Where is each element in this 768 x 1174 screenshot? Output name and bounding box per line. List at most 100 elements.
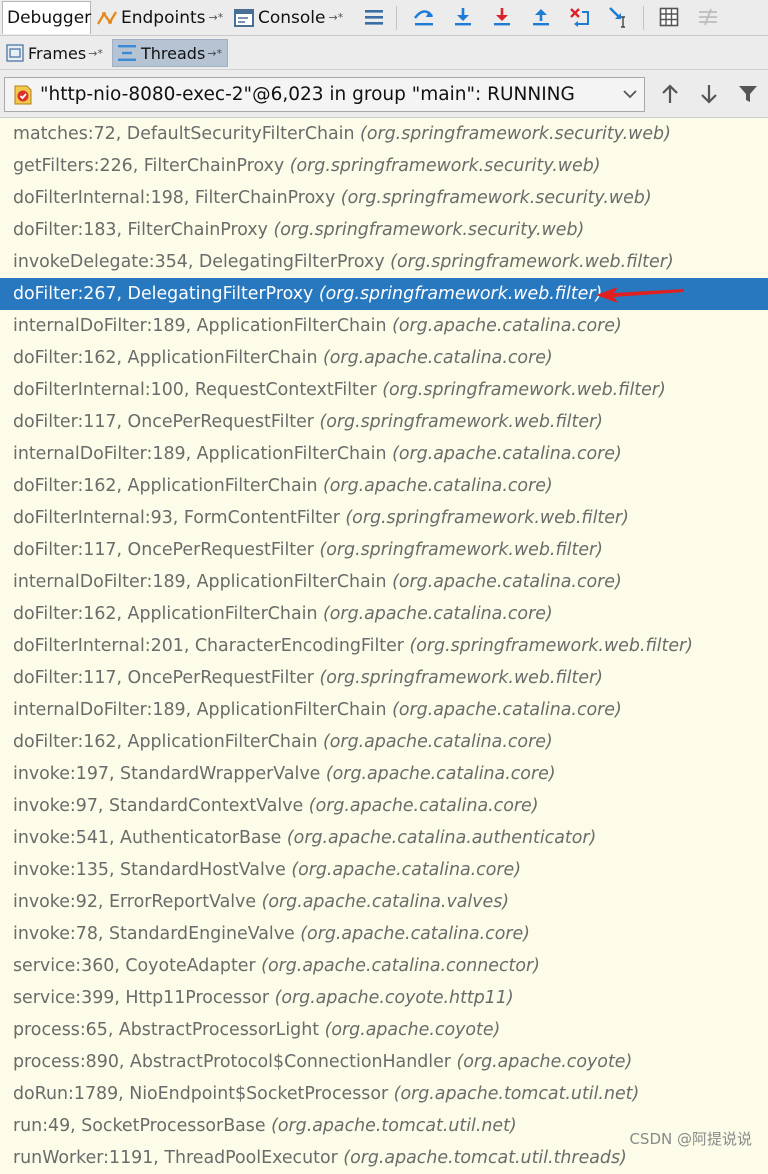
frame-row[interactable]: getFilters:226, FilterChainProxy (org.sp… [0,150,768,182]
thread-selector[interactable]: "http-nio-8080-exec-2"@6,023 in group "m… [4,77,645,112]
frame-method: service:360, CoyoteAdapter [13,956,256,976]
frame-package: (org.apache.catalina.core) [323,348,553,368]
frame-method: doFilter:162, ApplicationFilterChain [13,604,318,624]
frame-row[interactable]: doFilterInternal:93, FormContentFilter (… [0,502,768,534]
frame-row[interactable]: doFilter:117, OncePerRequestFilter (org.… [0,534,768,566]
frame-row[interactable]: invokeDelegate:354, DelegatingFilterProx… [0,246,768,278]
arrow-down-icon[interactable] [695,80,723,108]
frame-package: (org.springframework.web.filter) [409,636,693,656]
frame-method: invokeDelegate:354, DelegatingFilterProx… [13,252,385,272]
frame-row[interactable]: matches:72, DefaultSecurityFilterChain (… [0,118,768,150]
tab-frames[interactable]: Frames →* [2,39,110,67]
tab-debugger[interactable]: Debugger [2,1,91,34]
frame-row[interactable]: doFilter:162, ApplicationFilterChain (or… [0,470,768,502]
frame-package: (org.apache.catalina.core) [308,796,539,816]
frame-row[interactable]: doFilterInternal:201, CharacterEncodingF… [0,630,768,662]
frame-package: (org.apache.tomcat.util.net) [393,1084,640,1104]
frame-method: internalDoFilter:189, ApplicationFilterC… [13,444,387,464]
frame-package: (org.springframework.web.filter) [382,380,666,400]
frame-row[interactable]: service:399, Http11Processor (org.apache… [0,982,768,1014]
filter-icon[interactable] [734,80,762,108]
frame-row[interactable]: doRun:1789, NioEndpoint$SocketProcessor … [0,1078,768,1110]
debugger-toolbar: Debugger Endpoints →* Console →* [0,0,768,36]
pin-icon[interactable]: →* [329,11,344,24]
frame-method: doFilter:162, ApplicationFilterChain [13,732,318,752]
frame-package: (org.apache.coyote) [456,1052,633,1072]
frame-method: doFilter:162, ApplicationFilterChain [13,476,318,496]
frame-row[interactable]: invoke:197, StandardWrapperValve (org.ap… [0,758,768,790]
frame-row[interactable]: internalDoFilter:189, ApplicationFilterC… [0,694,768,726]
frame-row[interactable]: service:360, CoyoteAdapter (org.apache.c… [0,950,768,982]
frame-package: (org.apache.tomcat.util.net) [271,1116,517,1136]
frame-method: doFilterInternal:100, RequestContextFilt… [13,380,377,400]
toolbar-divider [643,6,644,30]
thread-running-icon [12,84,34,106]
tab-threads-label: Threads [141,43,206,63]
tab-threads[interactable]: Threads →* [112,39,228,67]
frame-method: doRun:1789, NioEndpoint$SocketProcessor [13,1084,389,1104]
frame-method: invoke:197, StandardWrapperValve [13,764,321,784]
frame-package: (org.apache.catalina.core) [392,700,622,720]
chevron-down-icon[interactable] [622,87,638,101]
frame-row[interactable]: invoke:92, ErrorReportValve (org.apache.… [0,886,768,918]
frame-method: run:49, SocketProcessorBase [13,1116,266,1136]
frame-row[interactable]: internalDoFilter:189, ApplicationFilterC… [0,438,768,470]
frame-row[interactable]: doFilter:117, OncePerRequestFilter (org.… [0,406,768,438]
frame-method: doFilter:162, ApplicationFilterChain [13,348,318,368]
toolbar-divider [396,6,397,30]
frame-method: doFilter:117, OncePerRequestFilter [13,412,314,432]
frame-package: (org.apache.catalina.connector) [261,956,540,976]
frame-row[interactable]: doFilter:162, ApplicationFilterChain (or… [0,342,768,374]
frame-row[interactable]: doFilterInternal:198, FilterChainProxy (… [0,182,768,214]
frame-method: invoke:92, ErrorReportValve [13,892,257,912]
frame-method: invoke:97, StandardContextValve [13,796,304,816]
frame-package: (org.springframework.security.web) [273,220,585,240]
frame-package: (org.springframework.web.filter) [319,540,603,560]
frame-row[interactable]: internalDoFilter:189, ApplicationFilterC… [0,566,768,598]
frame-row[interactable]: internalDoFilter:189, ApplicationFilterC… [0,310,768,342]
frame-row[interactable]: doFilterInternal:100, RequestContextFilt… [0,374,768,406]
frame-row[interactable]: doFilter:183, FilterChainProxy (org.spri… [0,214,768,246]
step-over-icon[interactable] [410,3,438,31]
frame-package: (org.apache.coyote) [324,1020,501,1040]
arrow-up-icon[interactable] [656,80,684,108]
frame-method: process:65, AbstractProcessorLight [13,1020,320,1040]
frame-package: (org.springframework.security.web) [289,156,601,176]
frame-package: (org.apache.catalina.core) [392,316,622,336]
frame-row[interactable]: process:65, AbstractProcessorLight (org.… [0,1014,768,1046]
frame-row[interactable]: invoke:135, StandardHostValve (org.apach… [0,854,768,886]
frame-method: internalDoFilter:189, ApplicationFilterC… [13,316,387,336]
tab-endpoints[interactable]: Endpoints →* [96,1,230,34]
pin-icon[interactable]: →* [88,47,103,60]
annotation-arrow-icon [596,287,684,303]
frame-method: invoke:78, StandardEngineValve [13,924,295,944]
menu-icon[interactable] [360,3,388,31]
pin-icon[interactable]: →* [209,11,224,24]
frame-row[interactable]: doFilter:162, ApplicationFilterChain (or… [0,598,768,630]
evaluate-expression-icon[interactable] [655,3,683,31]
run-to-cursor-icon[interactable] [605,3,633,31]
frames-threads-bar: Frames →* Threads →* [0,36,768,70]
frame-method: doFilter:267, DelegatingFilterProxy [13,284,314,304]
frame-row[interactable]: doFilter:117, OncePerRequestFilter (org.… [0,662,768,694]
frame-row[interactable]: doFilter:162, ApplicationFilterChain (or… [0,726,768,758]
thread-selector-row: "http-nio-8080-exec-2"@6,023 in group "m… [0,70,768,118]
frame-package: (org.springframework.web.filter) [390,252,674,272]
frame-row[interactable]: invoke:541, AuthenticatorBase (org.apach… [0,822,768,854]
drop-frame-icon[interactable] [566,3,594,31]
force-step-into-icon[interactable] [488,3,516,31]
step-out-icon[interactable] [527,3,555,31]
step-into-icon[interactable] [449,3,477,31]
trace-stream-icon[interactable] [694,3,722,31]
frame-method: invoke:541, AuthenticatorBase [13,828,282,848]
frame-row[interactable]: process:890, AbstractProtocol$Connection… [0,1046,768,1078]
frame-method: service:399, Http11Processor [13,988,270,1008]
frame-method: matches:72, DefaultSecurityFilterChain [13,124,355,144]
frame-row[interactable]: invoke:78, StandardEngineValve (org.apac… [0,918,768,950]
frame-method: doFilterInternal:198, FilterChainProxy [13,188,336,208]
frame-row[interactable]: invoke:97, StandardContextValve (org.apa… [0,790,768,822]
frame-package: (org.springframework.web.filter) [319,412,603,432]
pin-icon[interactable]: →* [207,47,222,60]
tab-console[interactable]: Console →* [234,1,356,34]
frame-method: doFilter:183, FilterChainProxy [13,220,268,240]
